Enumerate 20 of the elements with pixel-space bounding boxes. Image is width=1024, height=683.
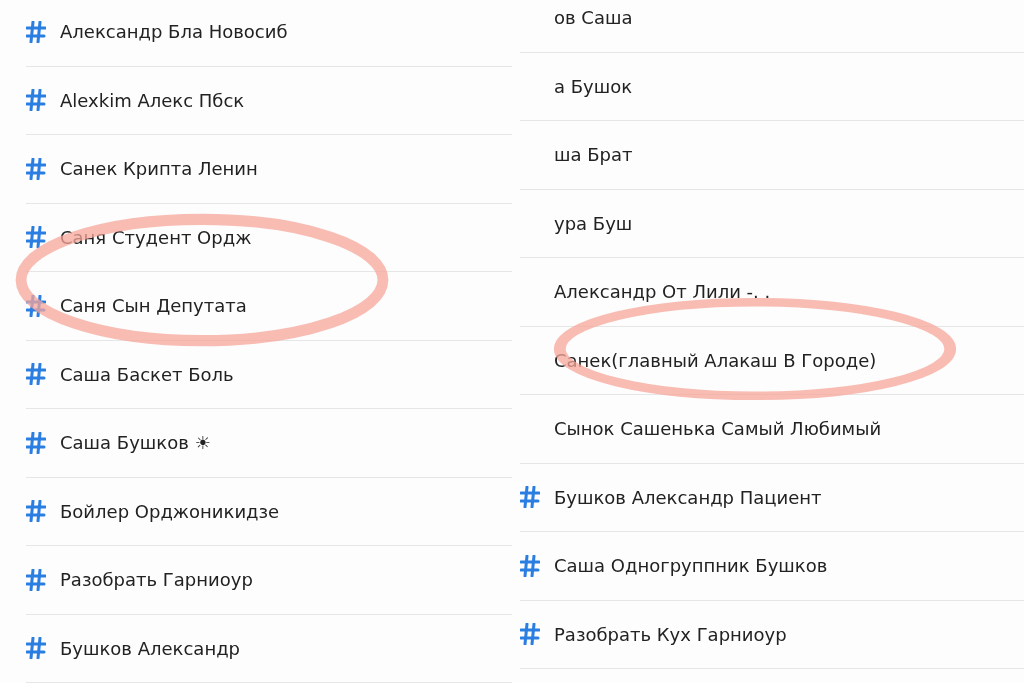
tag-label[interactable]: Саша Одногруппник Бушков — [554, 555, 828, 577]
tag-label[interactable]: Бушков Александр — [60, 637, 241, 659]
tag-label[interactable]: Санек Крипта Ленин — [60, 158, 258, 180]
tag-label[interactable]: Разобрать Кух Гарниоур — [554, 623, 787, 645]
tag-label[interactable]: Alexkim Алекс Пбск — [60, 89, 245, 111]
tag-label[interactable]: Бойлер Орджоникидзе — [60, 500, 280, 522]
tag-label[interactable]: Саня Сын Депутата — [60, 295, 247, 317]
tag-label[interactable]: ура Буш — [554, 212, 633, 234]
tag-label[interactable]: Саня Студент Ордж — [60, 226, 252, 248]
tag-label[interactable]: Александр От Лили -. . — [554, 281, 771, 303]
tag-label[interactable]: ов Саша — [554, 7, 633, 29]
tag-label[interactable]: Саша Баскет Боль — [60, 363, 234, 385]
tag-label[interactable]: Александр Бла Новосиб — [60, 21, 288, 43]
tag-label[interactable]: Санек(главный Алакаш В Городе) — [554, 349, 877, 371]
tag-label[interactable]: Разобрать Гарниоур — [60, 569, 253, 591]
tag-label[interactable]: Саша Бушков ☀ — [60, 432, 211, 454]
tag-label[interactable]: Сынок Сашенька Самый Любимый — [554, 418, 882, 440]
tag-label[interactable]: ша Брат — [554, 144, 633, 166]
tag-label[interactable]: Бушков Александр Пациент — [554, 486, 822, 508]
tag-label[interactable]: а Бушок — [554, 75, 633, 97]
